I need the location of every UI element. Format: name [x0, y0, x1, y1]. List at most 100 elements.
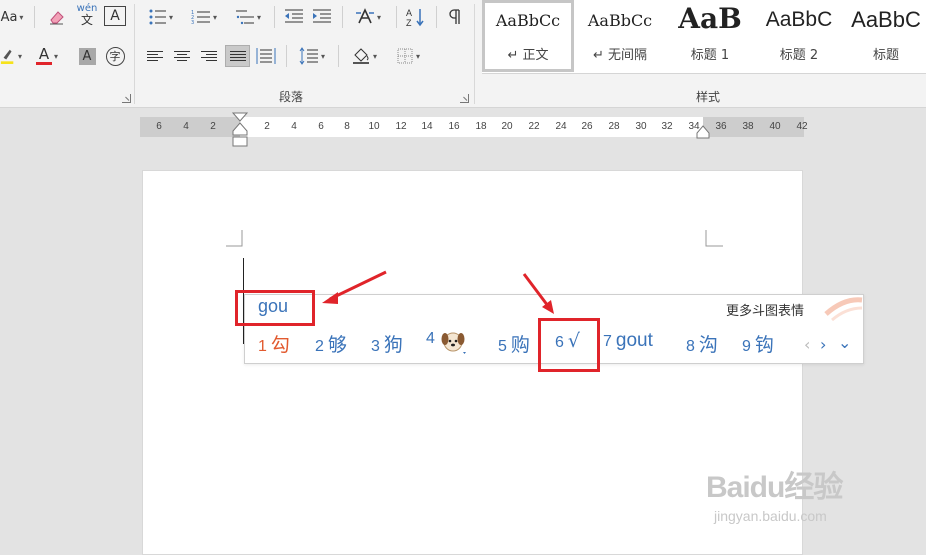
right-indent-marker-icon[interactable]: [696, 125, 710, 139]
candidate-number: 9: [742, 338, 751, 355]
candidate-number: 3: [371, 338, 380, 355]
phonetic-guide-button[interactable]: wén 文: [74, 4, 100, 27]
sort-button[interactable]: AZ: [404, 6, 428, 28]
ruler-tick-label: 24: [555, 121, 567, 132]
candidate-text: 沟: [698, 334, 718, 356]
style-heading-1[interactable]: AaB 标题 1: [666, 0, 754, 72]
decrease-indent-button[interactable]: [282, 6, 306, 28]
svg-text:A: A: [406, 8, 412, 18]
align-left-button[interactable]: [144, 45, 166, 67]
sort-az-icon: AZ: [406, 8, 424, 27]
clear-formatting-button[interactable]: [46, 6, 68, 28]
toolbar-separator: [338, 45, 339, 67]
shading-button[interactable]: ▾: [346, 45, 382, 67]
style-name: 标题 1: [690, 48, 730, 63]
enclose-characters-button[interactable]: 字: [104, 45, 126, 67]
indent-markers-icon[interactable]: [232, 112, 248, 148]
toolbar-separator: [34, 6, 35, 28]
candidate-text: 钩: [754, 334, 774, 356]
ime-candidate-2[interactable]: 2够: [315, 330, 347, 357]
paragraph-mark-icon: [449, 9, 460, 24]
ime-next-page-icon[interactable]: ›: [820, 335, 826, 354]
bullets-button[interactable]: ▾: [144, 6, 178, 28]
ruler-tick-label: 30: [635, 121, 647, 132]
more-stickers-link[interactable]: 更多斗图表情: [726, 300, 804, 319]
style-no-spacing[interactable]: AaBbCc ↵ 无间隔: [576, 0, 664, 72]
toolbar-separator: [436, 6, 437, 28]
ruler-tick-label: 4: [291, 121, 297, 132]
candidate-text: 狗: [383, 334, 403, 356]
ruler-left-margin: [140, 117, 240, 137]
multilevel-list-icon: [235, 10, 254, 25]
ime-candidate-3[interactable]: 3狗: [371, 330, 403, 357]
ruler-tick-label: 12: [395, 121, 407, 132]
ruler-tick-label: 8: [344, 121, 350, 132]
style-normal[interactable]: AaBbCc ↵ 正文: [482, 0, 574, 72]
highlighter-icon: [0, 49, 14, 64]
group-separator: [134, 4, 135, 104]
ruler-tick-label: 38: [742, 121, 754, 132]
increase-indent-icon: [313, 9, 331, 23]
ruler-tick-label: 10: [368, 121, 380, 132]
ime-decoration-icon: [824, 297, 863, 322]
line-spacing-button[interactable]: ▾: [294, 45, 330, 67]
ruler-tick-label: 20: [501, 121, 513, 132]
numbering-button[interactable]: 1 2 3 ▾: [186, 6, 222, 28]
candidate-text: 够: [327, 334, 347, 356]
distributed-button[interactable]: [254, 45, 278, 67]
group-separator: [474, 4, 475, 104]
chinese-layout-button[interactable]: ▾: [350, 6, 386, 28]
margin-corner-mark-icon: [226, 230, 243, 247]
align-right-icon: [201, 51, 217, 61]
style-heading-2[interactable]: AaBbC 标题 2: [756, 0, 842, 72]
styles-group-label: 样式: [696, 90, 721, 104]
toolbar-separator: [396, 6, 397, 28]
baidu-watermark: Baidu经验 jingyan.baidu.com: [706, 462, 843, 524]
candidate-text: gout: [615, 330, 653, 351]
styles-gallery: AaBbCc ↵ 正文 AaBbCc ↵ 无间隔 AaB 标题 1 AaBbC …: [482, 0, 926, 74]
ruler-tick-label: 4: [183, 121, 189, 132]
change-case-button[interactable]: Aa ▾: [0, 6, 24, 28]
ime-prev-page-icon[interactable]: ‹: [804, 335, 810, 354]
style-title[interactable]: AaBbC 标题: [846, 0, 926, 72]
align-center-button[interactable]: [171, 45, 193, 67]
ime-candidate-5[interactable]: 5购: [498, 330, 530, 357]
justify-button[interactable]: [225, 45, 250, 67]
multilevel-list-button[interactable]: ▾: [230, 6, 266, 28]
ime-candidate-7[interactable]: 7 gout: [603, 330, 653, 352]
align-right-button[interactable]: [198, 45, 220, 67]
ime-candidate-4[interactable]: 4: [426, 330, 469, 354]
font-color-button[interactable]: A ▾: [30, 45, 64, 67]
highlight-input-box: [235, 290, 315, 326]
style-name: 标题: [872, 48, 899, 63]
phonetic-bottom-label: 文: [80, 13, 93, 27]
font-dialog-launcher-icon[interactable]: [122, 94, 131, 103]
candidate-text: 购: [510, 334, 530, 356]
show-hide-marks-button[interactable]: [444, 6, 466, 28]
justify-icon: [229, 51, 246, 61]
borders-button[interactable]: ▾: [390, 45, 426, 67]
highlight-color-button[interactable]: ▾: [0, 45, 22, 67]
ruler-tick-label: 18: [475, 121, 487, 132]
ruler-tick-label: 2: [210, 121, 216, 132]
line-spacing-icon: [299, 47, 318, 65]
decrease-indent-icon: [285, 9, 303, 23]
ruler-tick-label: 32: [661, 121, 673, 132]
numbered-list-icon: 123: [191, 10, 210, 25]
paragraph-dialog-launcher-icon[interactable]: [460, 94, 469, 103]
ruler-tick-label: 36: [715, 121, 727, 132]
style-name: ↵ 正文: [507, 48, 549, 63]
ime-candidate-1[interactable]: 1勾: [258, 330, 290, 357]
ruler-tick-label: 2: [264, 121, 270, 132]
character-shading-button[interactable]: A: [77, 45, 97, 67]
watermark-sub-text: jingyan.baidu.com: [714, 508, 827, 524]
ruler-tick-label: 14: [421, 121, 433, 132]
ime-candidate-8[interactable]: 8沟: [686, 330, 718, 357]
ime-candidate-9[interactable]: 9钩: [742, 330, 774, 357]
char-border-label: A: [110, 8, 120, 24]
distributed-icon: [256, 48, 276, 64]
character-border-button[interactable]: A: [104, 6, 126, 26]
increase-indent-button[interactable]: [310, 6, 334, 28]
change-case-label: Aa: [0, 9, 18, 25]
ime-expand-icon[interactable]: ⌄: [838, 333, 851, 352]
